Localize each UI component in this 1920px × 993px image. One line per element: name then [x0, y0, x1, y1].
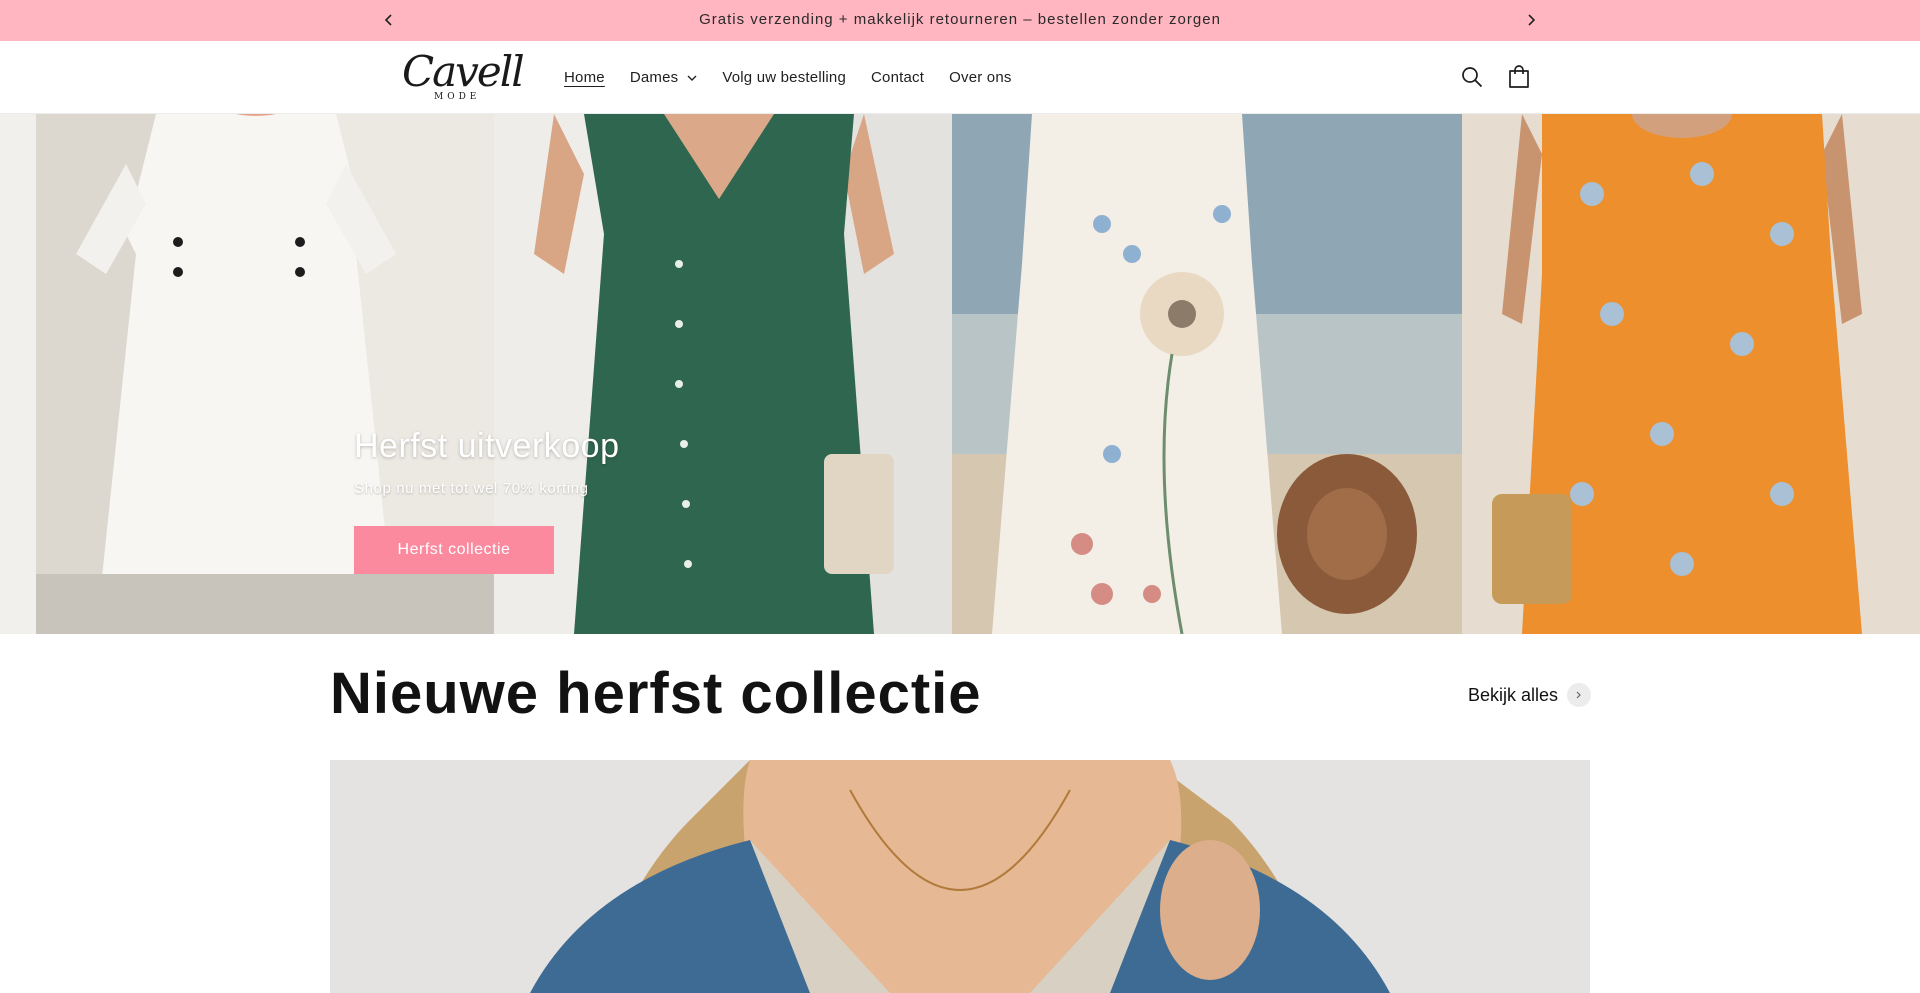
nav-item-track-order[interactable]: Volg uw bestelling [722, 69, 846, 86]
nav-item-home[interactable]: Home [564, 69, 605, 86]
search-icon [1462, 67, 1483, 88]
logo-subtitle: MODE [434, 92, 481, 102]
product-card-image[interactable] [330, 760, 1590, 993]
nav-item-about[interactable]: Over ons [949, 69, 1011, 86]
chevron-right-icon [1528, 14, 1536, 26]
hero-banner: Herfst uitverkoop Shop nu met tot wel 70… [0, 114, 1920, 634]
green-dress-graphic [494, 114, 952, 634]
cart-button[interactable] [1503, 61, 1535, 93]
nav-label: Home [564, 69, 605, 86]
announcement-next-button[interactable] [1518, 8, 1544, 32]
view-all-arrow [1567, 683, 1592, 707]
announcement-text: Gratis verzending + makkelijk retournere… [699, 11, 1221, 28]
main-nav: Home Dames Volg uw bestelling Contact Ov… [564, 41, 1037, 114]
orange-dress-graphic [1462, 114, 1920, 634]
site-header: Cavell MODE Home Dames Volg uw bestellin… [0, 41, 1920, 114]
view-all-label: Bekijk alles [1468, 684, 1559, 705]
hero-title: Herfst uitverkoop [354, 427, 620, 465]
nav-label: Contact [871, 69, 925, 86]
nav-label: Dames [629, 69, 679, 86]
announcement-bar: Gratis verzending + makkelijk retournere… [0, 0, 1920, 41]
cart-icon [1509, 65, 1529, 88]
cardigan-model-graphic [330, 760, 1590, 993]
hero-image-edge [0, 114, 36, 634]
chevron-down-icon [687, 75, 697, 81]
logo-script: Cavell [402, 47, 525, 96]
hero-cta-button[interactable]: Herfst collectie [354, 526, 554, 574]
view-all-link[interactable]: Bekijk alles [1468, 683, 1592, 707]
nav-item-dames[interactable]: Dames [630, 69, 698, 86]
hero-image-orange-dress [1462, 114, 1920, 634]
hero-image-floral-dress [952, 114, 1462, 634]
hero-image-green-dress [494, 114, 952, 634]
hero-subtitle: Shop nu met tot wel 70% korting [354, 480, 589, 497]
collection-title: Nieuwe herfst collectie [330, 661, 982, 726]
nav-label: Volg uw bestelling [722, 69, 847, 86]
logo[interactable]: Cavell MODE [398, 46, 525, 106]
nav-label: Over ons [949, 69, 1012, 86]
nav-item-contact[interactable]: Contact [871, 69, 924, 86]
floral-dress-graphic [952, 114, 1462, 634]
search-button[interactable] [1456, 61, 1488, 93]
chevron-right-icon [1576, 691, 1581, 699]
